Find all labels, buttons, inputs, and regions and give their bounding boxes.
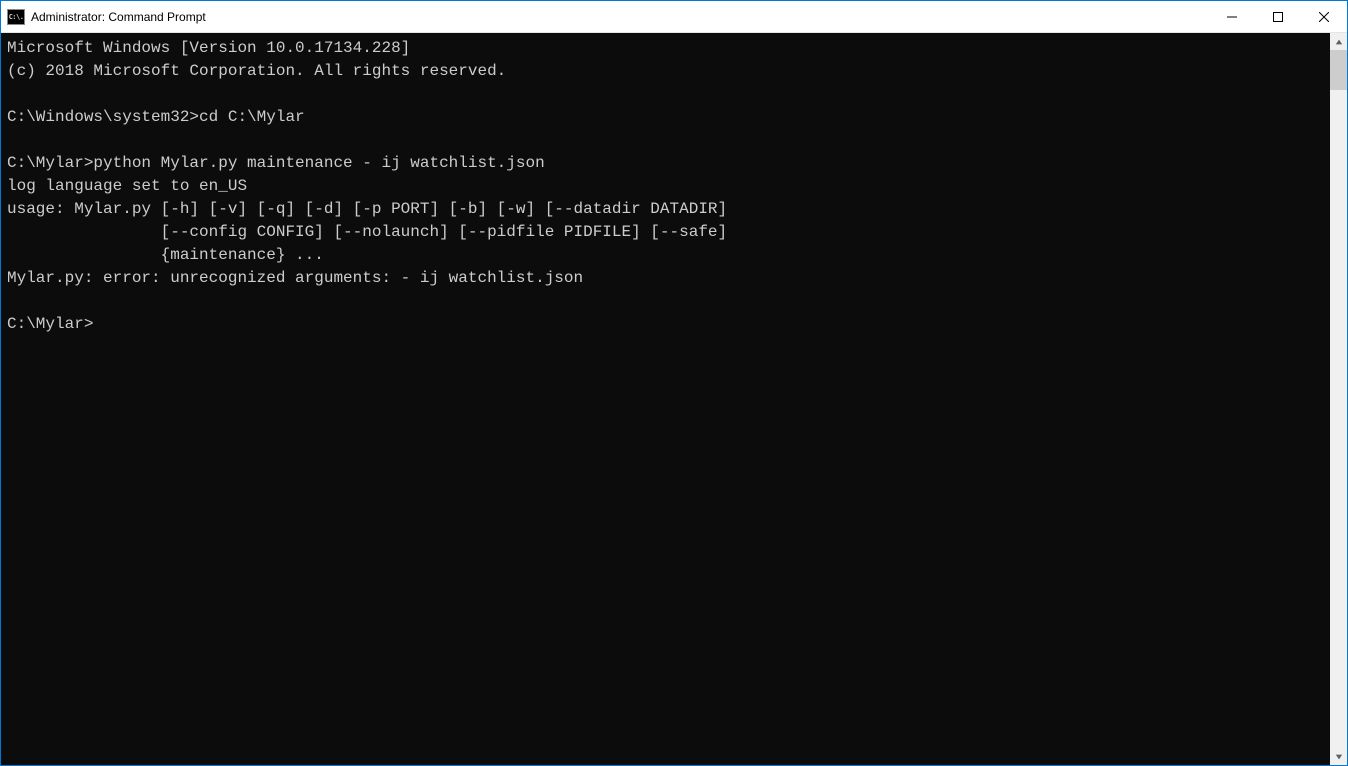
maximize-button[interactable] — [1255, 1, 1301, 32]
window-titlebar: C:\. Administrator: Command Prompt — [1, 1, 1347, 33]
scroll-up-arrow-icon[interactable] — [1330, 33, 1347, 50]
window-title: Administrator: Command Prompt — [31, 10, 206, 24]
scroll-down-arrow-icon[interactable] — [1330, 748, 1347, 765]
terminal-output[interactable]: Microsoft Windows [Version 10.0.17134.22… — [1, 33, 1330, 765]
cmd-icon-text: C:\. — [9, 13, 24, 21]
titlebar-left: C:\. Administrator: Command Prompt — [1, 9, 206, 25]
scroll-track[interactable] — [1330, 50, 1347, 748]
window-controls — [1209, 1, 1347, 32]
minimize-button[interactable] — [1209, 1, 1255, 32]
cmd-icon: C:\. — [7, 9, 25, 25]
scrollbar[interactable] — [1330, 33, 1347, 765]
terminal-container: Microsoft Windows [Version 10.0.17134.22… — [1, 33, 1347, 765]
close-button[interactable] — [1301, 1, 1347, 32]
scroll-thumb[interactable] — [1330, 50, 1347, 90]
